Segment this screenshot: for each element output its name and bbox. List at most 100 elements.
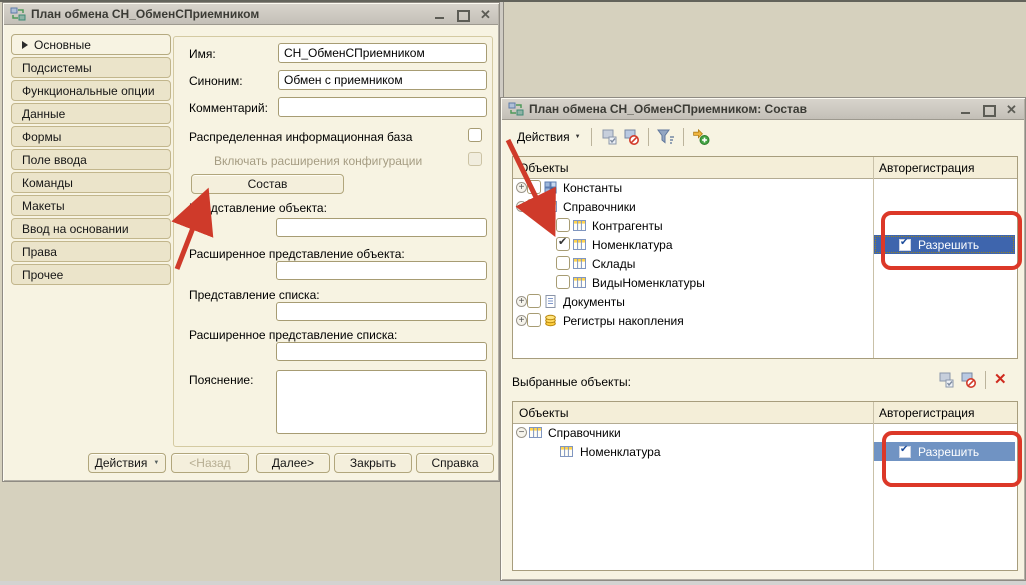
tree-row-nomenklatura[interactable]: ✔ Номенклатура ✔ Разрешить [513, 235, 1017, 254]
dropdown-arrow-icon: ▼ [575, 134, 581, 140]
next-button-label: Далее> [272, 456, 314, 470]
catalog-icon [573, 238, 586, 251]
tab-makety[interactable]: Макеты [11, 195, 171, 216]
collapse-icon[interactable]: − [516, 427, 527, 438]
enable-autoregistration-icon[interactable] [937, 372, 955, 388]
row-checkbox-partial[interactable]: ✔ [527, 199, 541, 213]
tab-prochee[interactable]: Прочее [11, 264, 171, 285]
list-presentation-label: Представление списка: [189, 288, 320, 302]
disable-autoregistration-icon[interactable] [622, 129, 640, 145]
comment-input[interactable] [278, 97, 487, 117]
back-button-label: <Назад [189, 456, 230, 470]
collapse-icon[interactable]: − [516, 201, 527, 212]
row-checkbox[interactable] [556, 218, 570, 232]
left-window-titlebar[interactable]: План обмена СН_ОбменСПриемником ✕ [4, 4, 498, 25]
expand-icon[interactable]: + [516, 315, 527, 326]
tree-row-label: Справочники [548, 426, 621, 440]
constants-icon [544, 181, 557, 194]
tab-label: Поле ввода [22, 153, 87, 167]
check-icon: ✔ [558, 235, 567, 248]
selected-row-nomenklatura[interactable]: Номенклатура ✔ Разрешить [513, 442, 1017, 461]
tree-row-konstanty[interactable]: + Константы [513, 178, 1017, 197]
exchange-plan-composition-window: План обмена СН_ОбменСПриемником: Состав … [500, 97, 1026, 581]
tab-prava[interactable]: Права [11, 241, 171, 262]
composition-actions-button[interactable]: Действия ▼ [513, 127, 585, 147]
tab-komandy[interactable]: Команды [11, 172, 171, 193]
maximize-button[interactable] [456, 8, 469, 21]
maximize-button[interactable] [982, 103, 995, 116]
row-checkbox[interactable] [556, 275, 570, 289]
tree-row-label: Справочники [563, 200, 636, 214]
tab-dannye[interactable]: Данные [11, 103, 171, 124]
tab-label: Основные [34, 38, 91, 52]
toolbar-separator [683, 128, 684, 146]
tree-row-vidynomenklatury[interactable]: ВидыНоменклатуры [513, 273, 1017, 292]
tab-funkcionalnye-opcii[interactable]: Функциональные опции [11, 80, 171, 101]
tab-label: Формы [22, 130, 61, 144]
close-button[interactable]: ✕ [479, 8, 492, 21]
name-label: Имя: [189, 47, 216, 61]
selected-row-spravochniki[interactable]: − Справочники [513, 423, 1017, 442]
extended-object-presentation-label: Расширенное представление объекта: [189, 247, 405, 261]
composition-actions-label: Действия [517, 130, 570, 144]
enable-autoregistration-icon[interactable] [600, 129, 618, 145]
tree-row-sklady[interactable]: Склады [513, 254, 1017, 273]
distributed-base-checkbox[interactable] [468, 128, 482, 142]
tab-podsistemy[interactable]: Подсистемы [11, 57, 171, 78]
document-icon [544, 295, 557, 308]
tab-formy[interactable]: Формы [11, 126, 171, 147]
include-extensions-label: Включать расширения конфигурации [214, 154, 422, 168]
tree-row-dokumenty[interactable]: + Документы [513, 292, 1017, 311]
minimize-button[interactable] [433, 8, 446, 21]
actions-button[interactable]: Действия ▼ [88, 453, 166, 473]
extended-list-presentation-input[interactable] [276, 342, 487, 361]
tab-label: Данные [22, 107, 65, 121]
tab-vvod-na-osnovanii[interactable]: Ввод на основании [11, 218, 171, 239]
filter-icon[interactable] [657, 129, 675, 145]
catalog-icon [573, 219, 586, 232]
compose-button[interactable]: Состав [191, 174, 344, 194]
help-button[interactable]: Справка [416, 453, 494, 473]
row-checkbox-checked[interactable]: ✔ [556, 237, 570, 251]
exchange-plan-icon [508, 102, 524, 116]
disable-autoregistration-icon[interactable] [959, 372, 977, 388]
expand-icon[interactable]: + [516, 296, 527, 307]
tree-row-kontragenty[interactable]: Контрагенты [513, 216, 1017, 235]
autoregistration-checkbox[interactable]: ✔ [899, 446, 911, 458]
object-presentation-input[interactable] [276, 218, 487, 237]
row-checkbox[interactable] [556, 256, 570, 270]
row-checkbox[interactable] [527, 313, 541, 327]
catalog-icon [529, 426, 542, 439]
minimize-button[interactable] [959, 103, 972, 116]
tree-row-label: Контрагенты [592, 219, 663, 233]
tree-row-spravochniki[interactable]: − ✔ Справочники [513, 197, 1017, 216]
tree-row-label: Номенклатура [580, 445, 661, 459]
actions-button-label: Действия [95, 456, 148, 470]
tree-row-label: ВидыНоменклатуры [592, 276, 705, 290]
explanation-textarea[interactable] [276, 370, 487, 434]
expand-icon[interactable]: + [516, 182, 527, 193]
comment-label: Комментарий: [189, 101, 268, 115]
extended-object-presentation-input[interactable] [276, 261, 487, 280]
autoregistration-cell-selected[interactable]: ✔ Разрешить [874, 442, 1015, 461]
tab-pole-vvoda[interactable]: Поле ввода [11, 149, 171, 170]
tab-label: Макеты [22, 199, 65, 213]
add-object-icon[interactable] [692, 129, 710, 145]
tab-osnovnye[interactable]: Основные [11, 34, 171, 55]
list-presentation-input[interactable] [276, 302, 487, 321]
tree-row-registry-nakopleniya[interactable]: + Регистры накопления [513, 311, 1017, 330]
right-window-titlebar[interactable]: План обмена СН_ОбменСПриемником: Состав … [502, 99, 1024, 120]
configurator-desktop: План обмена СН_ОбменСПриемником ✕ Основн… [0, 0, 1026, 585]
close-button[interactable]: ✕ [1005, 103, 1018, 116]
row-checkbox[interactable] [527, 180, 541, 194]
name-input[interactable] [278, 43, 487, 63]
autoregistration-cell-selected[interactable]: ✔ Разрешить [874, 235, 1015, 254]
close-dialog-button[interactable]: Закрыть [334, 453, 412, 473]
next-button[interactable]: Далее> [256, 453, 330, 473]
synonym-input[interactable] [278, 70, 487, 90]
delete-icon[interactable]: ✕ [994, 372, 1007, 388]
row-checkbox[interactable] [527, 294, 541, 308]
autoregistration-checkbox[interactable]: ✔ [899, 239, 911, 251]
explanation-label: Пояснение: [189, 373, 253, 387]
extended-list-presentation-label: Расширенное представление списка: [189, 328, 397, 342]
